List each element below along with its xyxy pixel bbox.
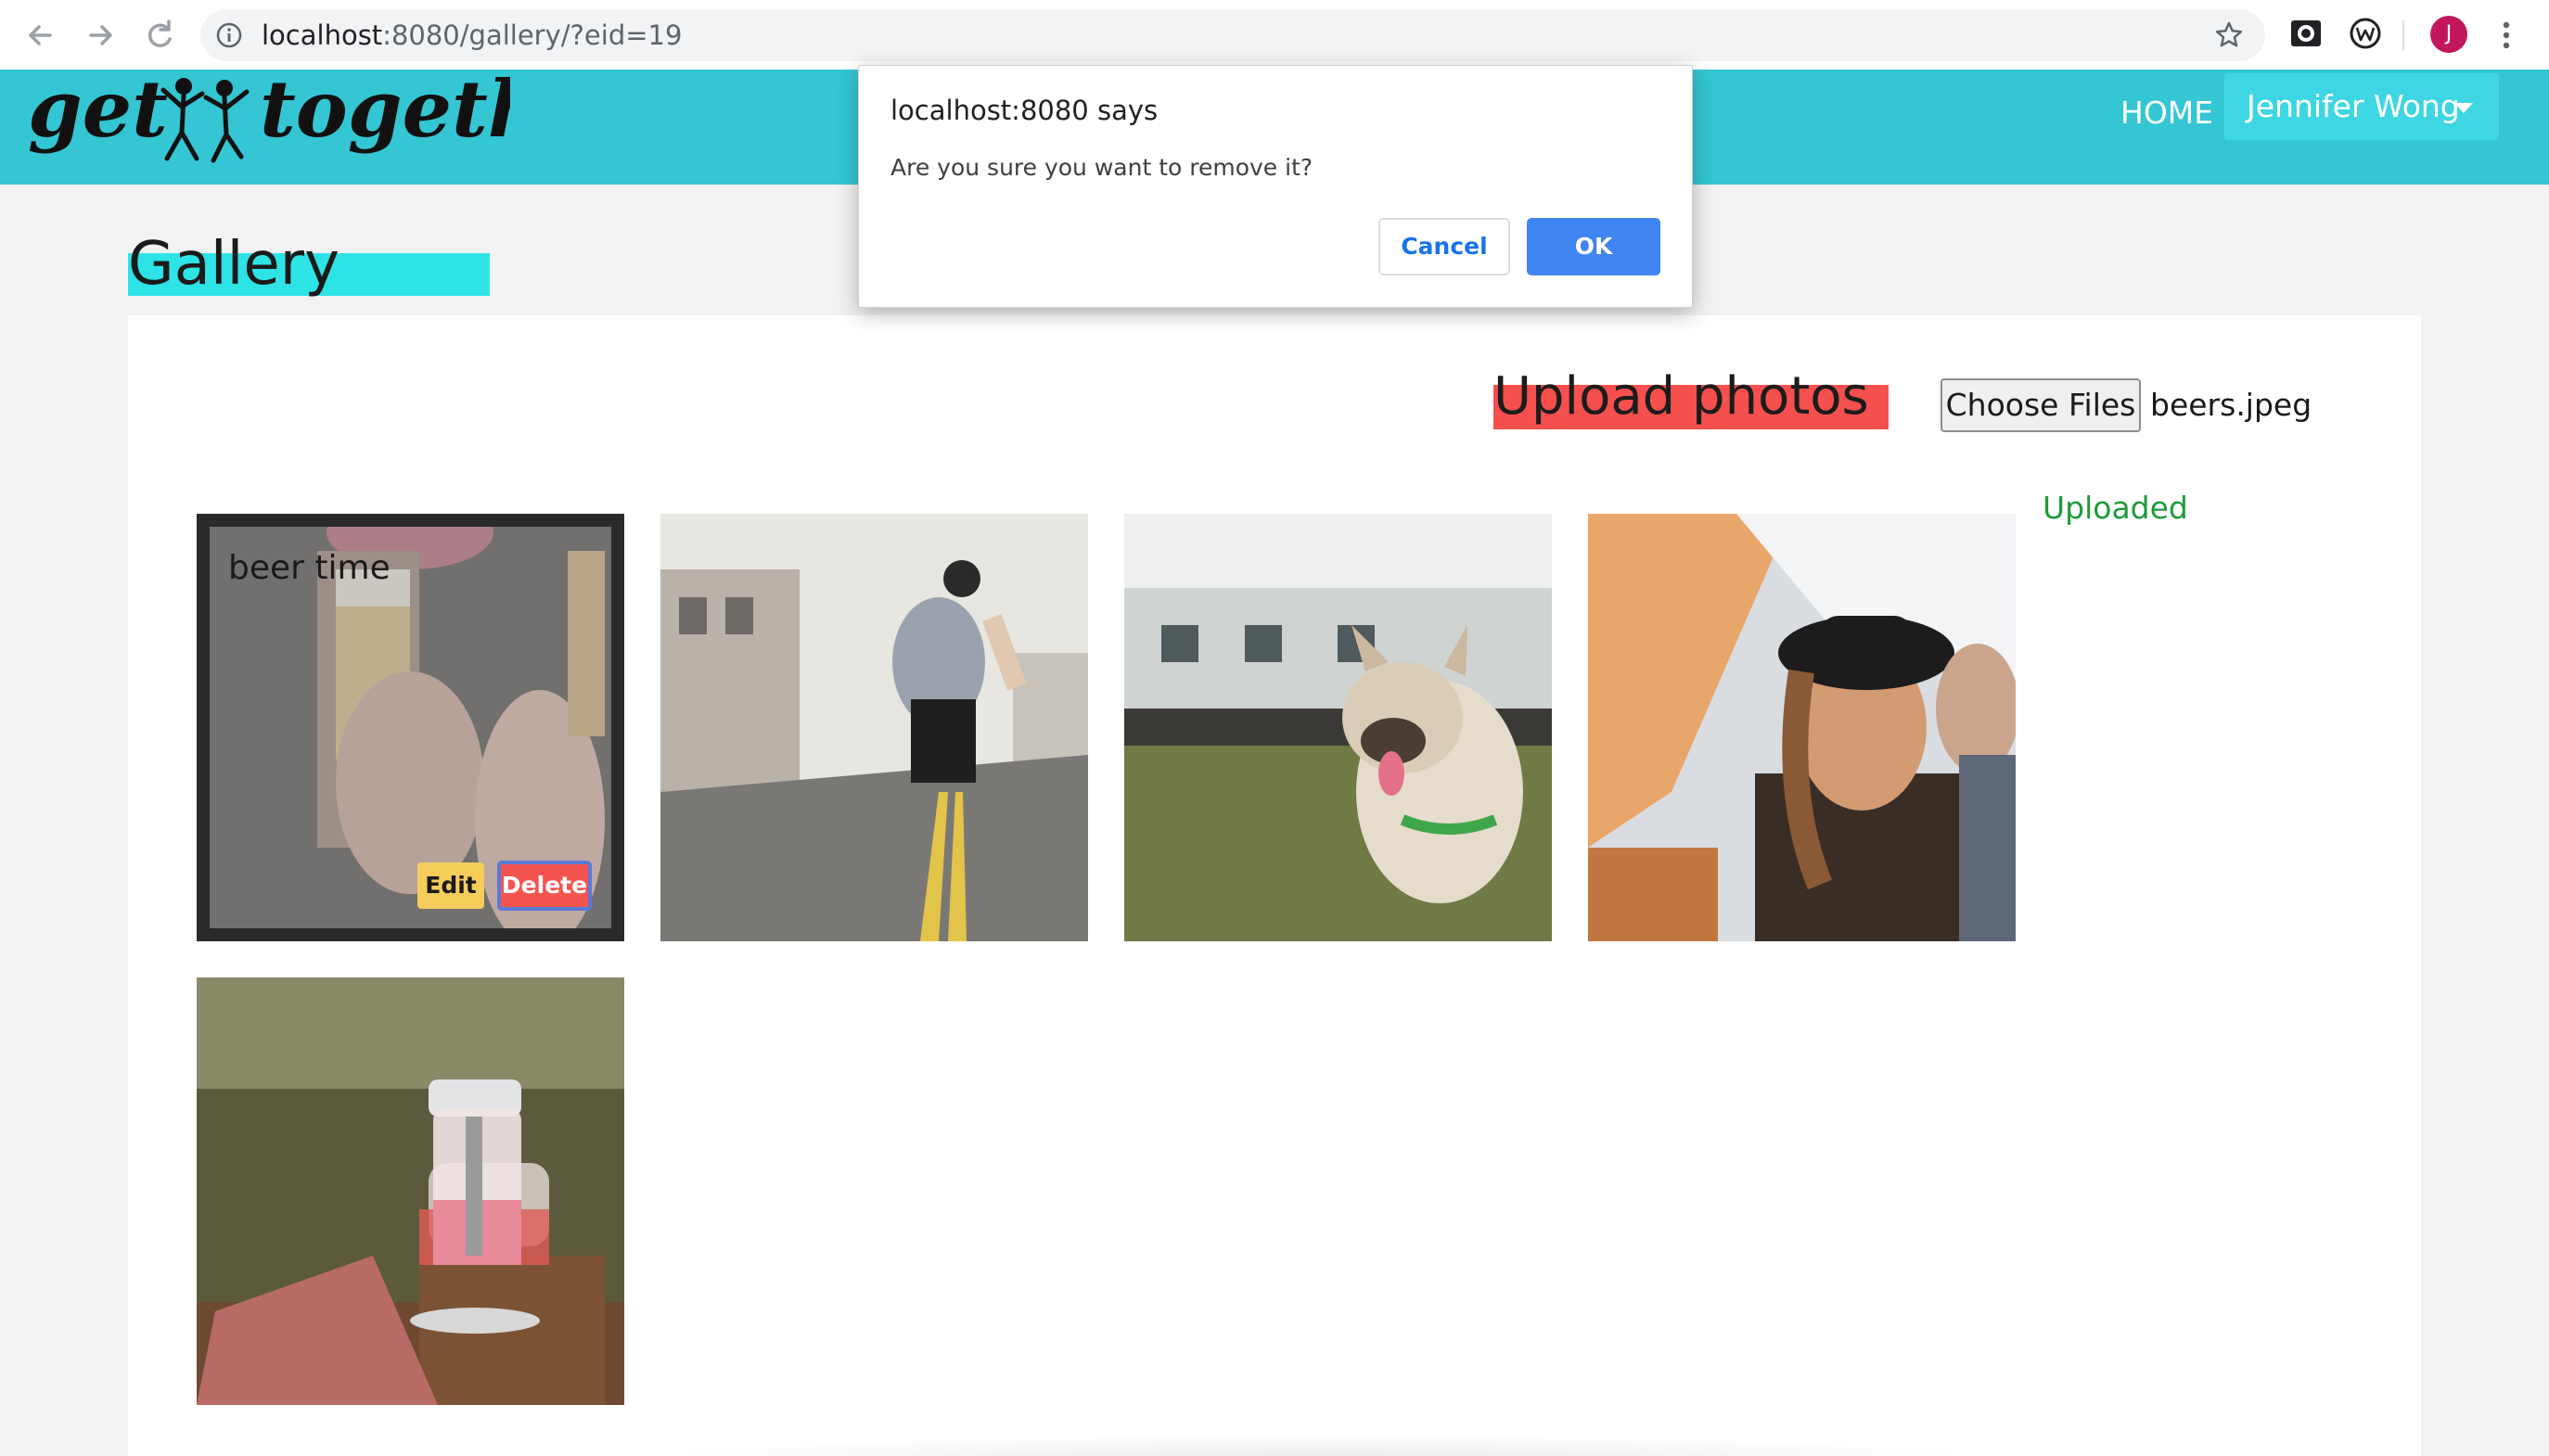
w-extension-icon[interactable]	[2349, 17, 2382, 54]
info-icon[interactable]	[215, 21, 243, 53]
menu-kebab-icon[interactable]	[2497, 19, 2516, 56]
edit-photo-button[interactable]: Edit	[417, 862, 484, 909]
back-arrow-icon[interactable]	[19, 13, 63, 57]
url-text[interactable]: localhost:8080/gallery/?eid=19	[262, 19, 682, 52]
choose-files-button[interactable]: Choose Files	[1941, 378, 2141, 432]
profile-avatar[interactable]: J	[2430, 16, 2467, 53]
upload-title: Upload photos	[1493, 366, 1869, 427]
dialog-message: Are you sure you want to remove it?	[890, 154, 1313, 181]
logo-text-right: together	[260, 70, 510, 155]
gallery-photo-friends[interactable]	[1588, 514, 2016, 941]
reload-icon[interactable]	[137, 13, 182, 57]
nav-home-link[interactable]: HOME	[2120, 85, 2213, 141]
gallery-photo-bulldog[interactable]	[1124, 514, 1552, 941]
delete-photo-button[interactable]: Delete	[497, 861, 592, 911]
confirm-dialog: localhost:8080 says Are you sure you wan…	[858, 65, 1693, 308]
gallery-photo-beer[interactable]: beer time Edit Delete	[197, 514, 624, 941]
dialog-title: localhost:8080 says	[890, 95, 1159, 126]
url-path: :8080/gallery/?eid=19	[382, 19, 683, 51]
address-bar[interactable]: localhost:8080/gallery/?eid=19	[200, 9, 2265, 61]
bottom-shadow	[649, 1436, 1994, 1456]
logo-text-left: get	[28, 70, 168, 155]
photo-caption: beer time	[228, 549, 391, 587]
dialog-cancel-button[interactable]: Cancel	[1378, 218, 1510, 275]
user-name-label: Jennifer Wong	[2247, 88, 2460, 124]
brand-logo[interactable]: get together	[28, 63, 640, 185]
friends-photo-image	[1588, 514, 2016, 941]
gallery-photo-street[interactable]	[660, 514, 1088, 941]
forward-arrow-icon[interactable]	[78, 13, 122, 57]
upload-status: Uploaded	[2043, 490, 2188, 526]
picnic-photo-image	[197, 977, 624, 1405]
dialog-ok-button[interactable]: OK	[1527, 218, 1660, 275]
page-title: Gallery	[128, 230, 339, 299]
url-host: localhost	[262, 19, 383, 51]
bookmark-star-icon[interactable]	[2213, 19, 2245, 55]
dancing-figures-icon	[160, 78, 250, 163]
browser-toolbar: localhost:8080/gallery/?eid=19 J	[0, 0, 2549, 70]
bulldog-photo-image	[1124, 514, 1552, 941]
toolbar-separator	[2402, 20, 2404, 50]
street-photo-image	[660, 514, 1088, 941]
gallery-photo-picnic[interactable]	[197, 977, 624, 1405]
user-dropdown-button[interactable]: Jennifer Wong	[2224, 73, 2499, 140]
caret-down-icon	[2454, 103, 2473, 113]
selected-file-name: beers.jpeg	[2150, 387, 2312, 423]
camera-extension-icon[interactable]	[2289, 17, 2323, 54]
